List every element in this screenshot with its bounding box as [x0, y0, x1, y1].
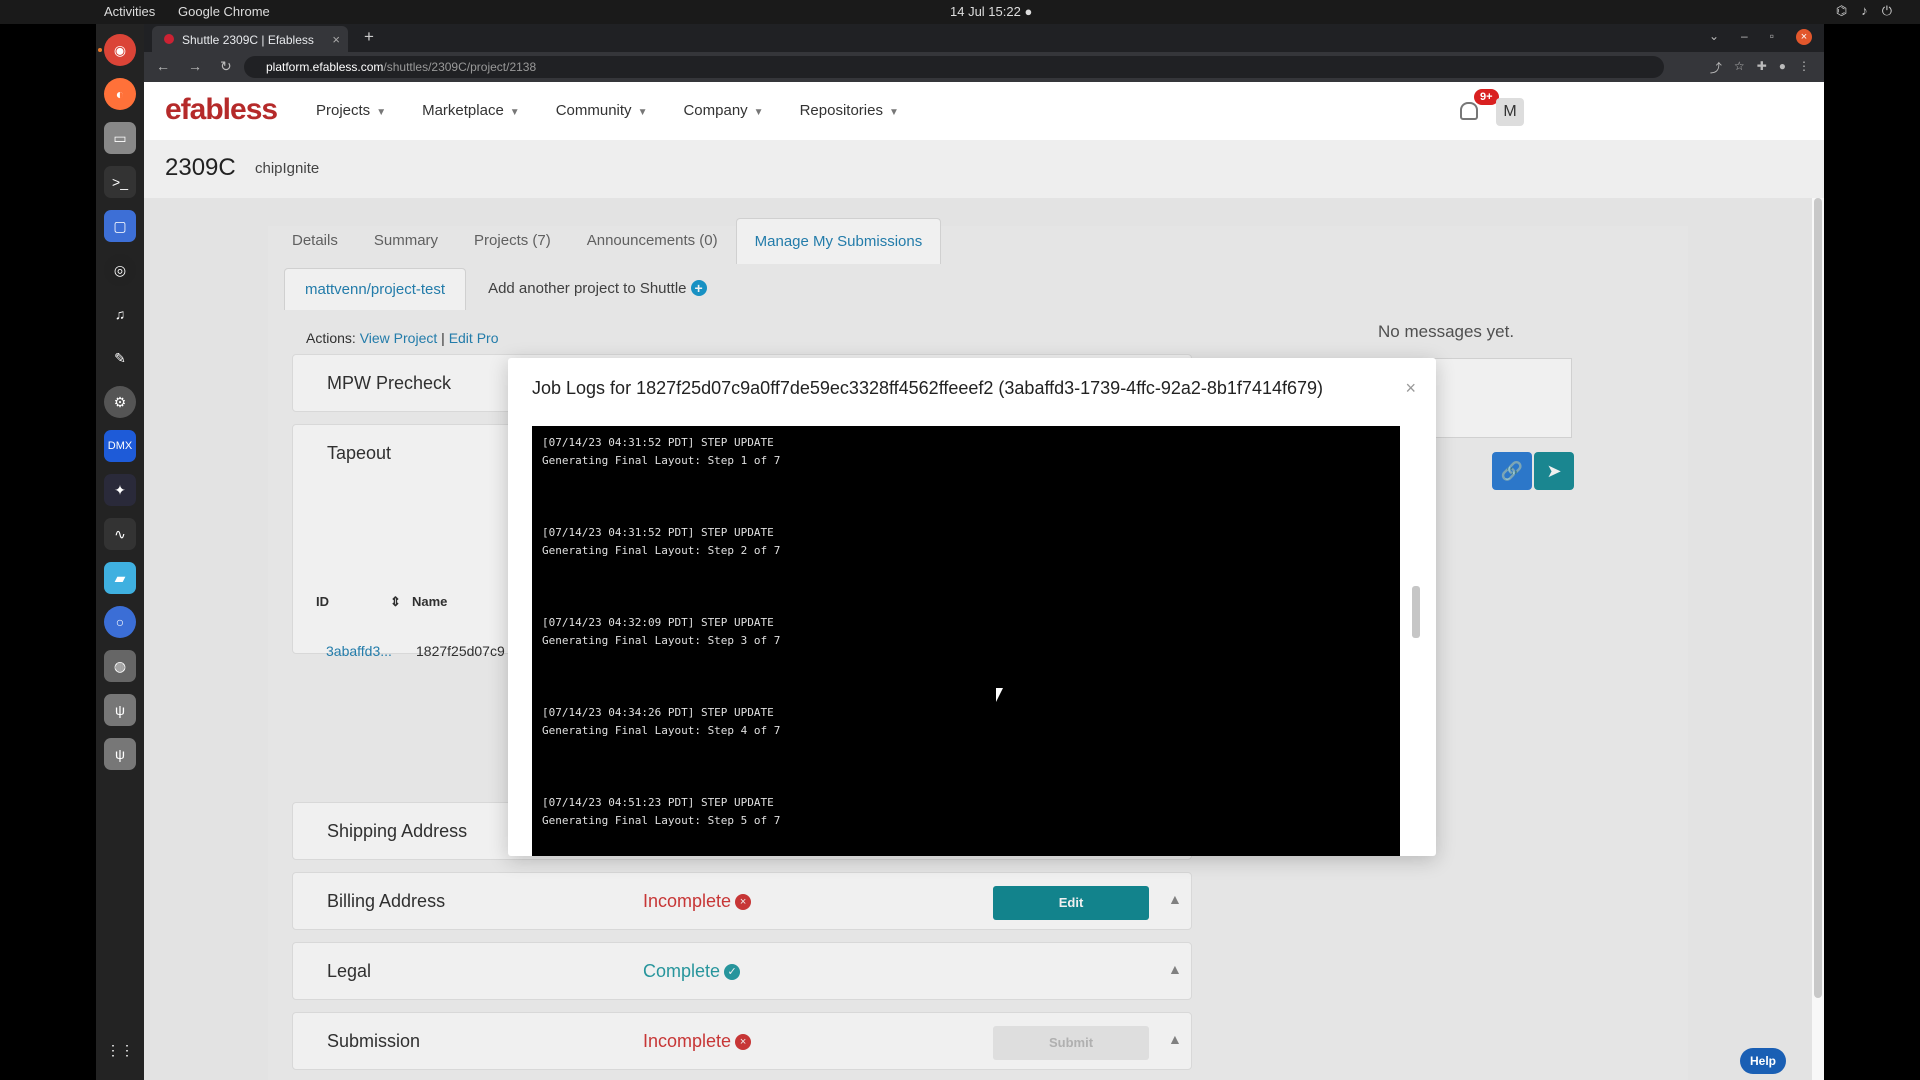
terminal-icon[interactable]: >_ — [104, 166, 136, 198]
shuttle-id: 2309C — [165, 154, 236, 181]
log-timestamp: [07/14/23 04:31:52 PDT] STEP UPDATE — [542, 526, 774, 539]
nav-buttons: ← → ↻ — [156, 58, 232, 75]
extensions-area: ⤴ ☆ ✚ ● ⋮ — [1710, 59, 1810, 76]
web-page: efabless Projects ▼ Marketplace ▼ Communit… — [144, 82, 1824, 1080]
system-tray[interactable]: ⌬ ♪ ⏻ — [1836, 3, 1892, 19]
modal-title: Job Logs for 1827f25d07c9a0ff7de59ec3328… — [532, 378, 1324, 398]
chevron-down-icon: ▼ — [888, 107, 899, 118]
log-timestamp: [07/14/23 04:32:09 PDT] STEP UPDATE — [542, 616, 774, 629]
close-tab-icon[interactable]: × — [332, 32, 340, 47]
forward-icon[interactable]: → — [188, 58, 202, 75]
chevron-down-icon: ▼ — [637, 107, 648, 118]
browser-tab[interactable]: Shuttle 2309C | Efabless × — [152, 26, 348, 52]
chrome-icon[interactable]: ◉ — [104, 34, 136, 66]
mouse-cursor-icon — [996, 688, 1008, 702]
url-path: /shuttles/2309C/project/2138 — [383, 60, 537, 74]
nav-company[interactable]: Company ▼ — [683, 102, 763, 119]
log-entry: [07/14/23 04:51:23 PDT] STEP UPDATE Gene… — [542, 794, 1390, 830]
monitor-icon[interactable]: ∿ — [104, 518, 136, 550]
log-entry: [07/14/23 04:34:26 PDT] STEP UPDATE Gene… — [542, 704, 1390, 740]
log-message: Generating Final Layout: Step 5 of 7 — [542, 814, 781, 827]
toolbar: ← → ↻ platform.efabless.com/shuttles/230… — [144, 52, 1824, 82]
modal-scrollbar[interactable] — [1412, 426, 1420, 856]
close-window-icon[interactable]: × — [1796, 29, 1812, 45]
log-entry: [07/14/23 04:32:09 PDT] STEP UPDATE Gene… — [542, 614, 1390, 650]
bell-icon[interactable] — [1460, 102, 1478, 120]
network-icon: ⌬ — [1835, 3, 1848, 18]
bookmark-star-icon[interactable]: ☆ — [1734, 59, 1745, 76]
screenshot-icon[interactable]: ▢ — [104, 210, 136, 242]
back-icon[interactable]: ← — [156, 58, 170, 75]
music-icon[interactable]: ♫ — [104, 298, 136, 330]
window-controls: ⌄ – ▫ × — [1709, 29, 1812, 45]
page-scrollbar[interactable] — [1812, 198, 1824, 1080]
clock[interactable]: 14 Jul 15:22 ● — [950, 4, 1032, 19]
eraser-icon[interactable]: ▰ — [104, 562, 136, 594]
efabless-logo[interactable]: efabless — [165, 93, 278, 127]
chevron-down-icon: ▼ — [509, 107, 520, 118]
nav-projects[interactable]: Projects ▼ — [316, 102, 386, 119]
power-icon: ⏻ — [1881, 3, 1892, 18]
menu-kebab-icon[interactable]: ⋮ — [1798, 59, 1810, 76]
running-indicator — [98, 48, 102, 52]
activities-button[interactable]: Activities — [104, 4, 155, 19]
system-top-bar: Activities Google Chrome 14 Jul 15:22 ● … — [0, 0, 1920, 24]
close-icon[interactable]: × — [1405, 378, 1416, 399]
new-tab-icon[interactable]: + — [364, 27, 374, 47]
tab-bar: Shuttle 2309C | Efabless × + ⌄ – ▫ × — [144, 24, 1824, 52]
log-timestamp: [07/14/23 04:31:52 PDT] STEP UPDATE — [542, 436, 774, 449]
resolve-icon[interactable]: ✦ — [104, 474, 136, 506]
nav-community[interactable]: Community ▼ — [556, 102, 648, 119]
reload-icon[interactable]: ↻ — [220, 58, 232, 75]
firefox-icon[interactable]: ◐ — [104, 78, 136, 110]
log-message: Generating Final Layout: Step 1 of 7 — [542, 454, 781, 467]
log-entry: [07/14/23 04:31:52 PDT] STEP UPDATE Gene… — [542, 524, 1390, 560]
settings-icon[interactable]: ⚙ — [104, 386, 136, 418]
maximize-icon[interactable]: ▫ — [1770, 29, 1774, 45]
shuttle-name: chipIgnite — [255, 160, 320, 177]
shuttle-header: 2309C chipIgnite — [144, 140, 1824, 198]
dmx-icon[interactable]: DMX — [104, 430, 136, 462]
chevron-down-icon: ▼ — [376, 107, 387, 118]
extensions-icon[interactable]: ✚ — [1757, 59, 1767, 76]
scrollbar-thumb[interactable] — [1814, 198, 1822, 998]
chevron-down-icon: ▼ — [753, 107, 764, 118]
tab-search-icon[interactable]: ⌄ — [1709, 29, 1719, 45]
usb-icon[interactable]: ψ — [104, 738, 136, 770]
profile-icon[interactable]: ● — [1779, 59, 1786, 76]
log-message: Generating Final Layout: Step 3 of 7 — [542, 634, 781, 647]
log-message: Generating Final Layout: Step 2 of 7 — [542, 544, 781, 557]
minimize-icon[interactable]: – — [1741, 29, 1748, 45]
obs-icon[interactable]: ◎ — [104, 254, 136, 286]
signal-icon[interactable]: ○ — [104, 606, 136, 638]
scrollbar-thumb[interactable] — [1412, 586, 1420, 638]
job-logs-modal: Job Logs for 1827f25d07c9a0ff7de59ec3328… — [508, 358, 1436, 856]
favicon-icon — [164, 34, 174, 44]
log-output[interactable]: [07/14/23 04:31:52 PDT] STEP UPDATE Gene… — [532, 426, 1400, 856]
browser-window: Shuttle 2309C | Efabless × + ⌄ – ▫ × ← →… — [144, 24, 1824, 1080]
nav-repositories[interactable]: Repositories ▼ — [800, 102, 899, 119]
site-header: efabless Projects ▼ Marketplace ▼ Communit… — [144, 82, 1824, 140]
help-button[interactable]: Help — [1740, 1048, 1787, 1074]
volume-icon: ♪ — [1861, 3, 1868, 18]
nav-marketplace[interactable]: Marketplace ▼ — [422, 102, 520, 119]
log-timestamp: [07/14/23 04:34:26 PDT] STEP UPDATE — [542, 706, 774, 719]
url-host: platform.efabless.com — [266, 60, 384, 74]
share-icon[interactable]: ⤴ — [1710, 59, 1722, 76]
dock: ◉ ◐ ▭ >_ ▢ ◎ ♫ ✎ ⚙ DMX ✦ ∿ ▰ ○ ◍ ψ ψ ⋮⋮ — [96, 24, 144, 1080]
avatar[interactable]: M — [1496, 98, 1524, 126]
usb-icon[interactable]: ψ — [104, 694, 136, 726]
notification-badge: 9+ — [1474, 89, 1499, 105]
tab-title: Shuttle 2309C | Efabless — [182, 33, 314, 47]
main-nav: Projects ▼ Marketplace ▼ Community ▼ Compan… — [316, 102, 899, 119]
log-message: Generating Final Layout: Step 4 of 7 — [542, 724, 781, 737]
address-bar[interactable]: platform.efabless.com/shuttles/2309C/pro… — [244, 56, 1664, 78]
log-timestamp: [07/14/23 04:51:23 PDT] STEP UPDATE — [542, 796, 774, 809]
app-grid-icon[interactable]: ⋮⋮ — [104, 1034, 136, 1066]
files-icon[interactable]: ▭ — [104, 122, 136, 154]
inkscape-icon[interactable]: ✎ — [104, 342, 136, 374]
log-entry: [07/14/23 04:31:52 PDT] STEP UPDATE Gene… — [542, 434, 1390, 470]
app-menu[interactable]: Google Chrome — [178, 4, 270, 19]
disk-icon[interactable]: ◍ — [104, 650, 136, 682]
